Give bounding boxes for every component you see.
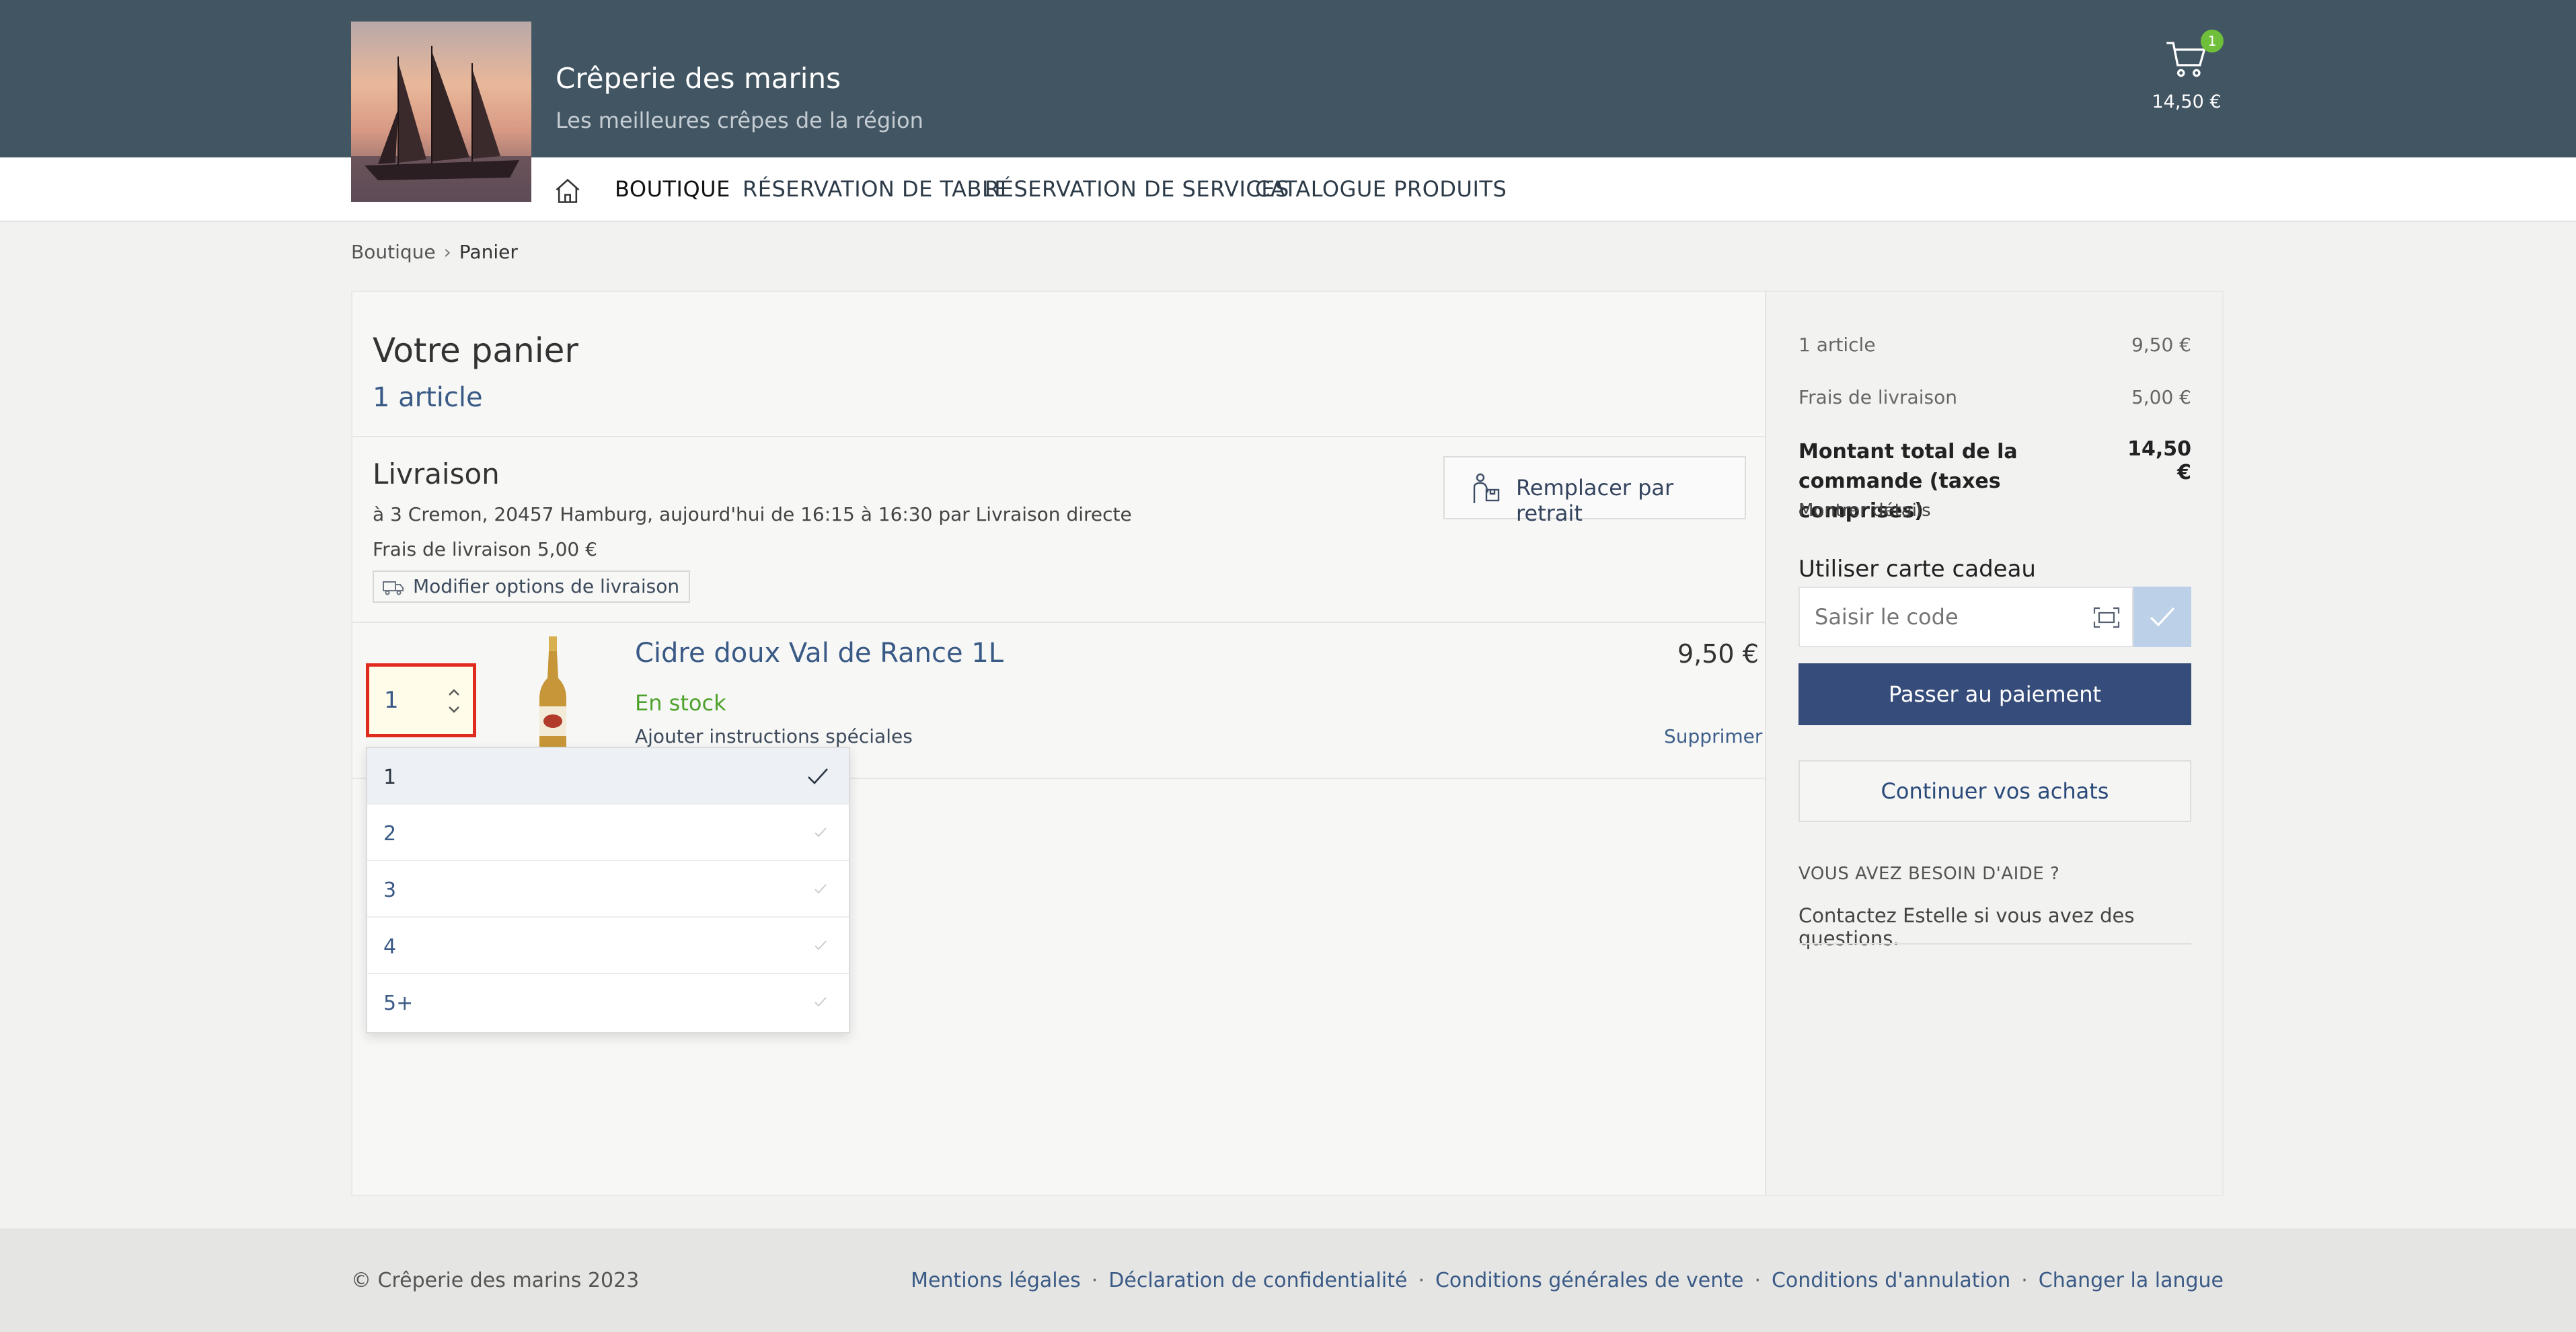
order-summary: 1 article 9,50 € Frais de livraison 5,00… (1765, 291, 2224, 1196)
breadcrumb: Boutique › Panier (351, 241, 518, 263)
check-icon (808, 768, 828, 784)
home-icon[interactable] (553, 176, 582, 206)
cart-item-count: 1 article (373, 382, 483, 413)
divider (352, 622, 1765, 623)
stepper-icon (449, 689, 459, 713)
quantity-option[interactable]: 5+ (367, 974, 849, 1031)
summary-shipping-row: Frais de livraison 5,00 € (1798, 386, 2191, 408)
footer-separator: · (1091, 1269, 1098, 1292)
continue-shopping-button[interactable]: Continuer vos achats (1798, 760, 2191, 822)
quantity-option[interactable]: 3 (367, 861, 849, 918)
summary-items-row: 1 article 9,50 € (1798, 334, 2191, 356)
modify-delivery-button[interactable]: Modifier options de livraison (373, 570, 691, 603)
header-cart[interactable]: 1 14,50 € (2152, 30, 2224, 117)
gift-code-input[interactable] (1798, 587, 2133, 647)
cart-count-badge: 1 (2201, 30, 2224, 52)
footer-link-cancellation[interactable]: Conditions d'annulation (1772, 1269, 2010, 1292)
copyright: © Crêperie des marins 2023 (351, 1269, 640, 1292)
show-details-link[interactable]: Montrer détails (1798, 501, 1931, 521)
divider (352, 436, 1765, 437)
footer-links: Mentions légales · Déclaration de confiden… (911, 1269, 2224, 1292)
product-name[interactable]: Cidre doux Val de Rance 1L (635, 638, 1003, 669)
cart-total: 14,50 € (2152, 91, 2222, 112)
summary-shipping-label: Frais de livraison (1798, 386, 1957, 408)
footer-separator: · (1754, 1269, 1761, 1292)
check-icon (815, 884, 827, 894)
product-image[interactable] (533, 636, 573, 751)
check-icon (815, 827, 827, 838)
breadcrumb-current: Panier (459, 241, 518, 263)
cart-title: Votre panier (373, 331, 578, 370)
gift-card-title: Utiliser carte cadeau (1798, 556, 2036, 583)
delivery-address: à 3 Cremon, 20457 Hamburg, aujourd'hui d… (373, 503, 1132, 525)
stock-status: En stock (635, 690, 726, 716)
summary-shipping-value: 5,00 € (2131, 386, 2191, 408)
quantity-option-label: 2 (383, 822, 397, 846)
special-instructions-link[interactable]: Ajouter instructions spéciales (635, 725, 913, 747)
footer-link-language[interactable]: Changer la langue (2039, 1269, 2224, 1292)
site-subtitle: Les meilleures crêpes de la région (556, 108, 923, 133)
breadcrumb-separator: › (443, 241, 451, 263)
truck-icon (383, 581, 404, 595)
check-icon (815, 940, 827, 951)
remove-item-link[interactable]: Supprimer (1664, 725, 1762, 747)
footer-link-legal[interactable]: Mentions légales (911, 1269, 1081, 1292)
product-price: 9,50 € (1677, 639, 1759, 669)
modify-delivery-label: Modifier options de livraison (413, 575, 680, 597)
footer-link-terms[interactable]: Conditions générales de vente (1435, 1269, 1743, 1292)
delivery-title: Livraison (373, 457, 500, 490)
apply-gift-code-button[interactable] (2133, 587, 2191, 647)
nav-catalogue[interactable]: CATALOGUE PRODUITS (1255, 176, 1507, 202)
summary-items-label: 1 article (1798, 334, 1876, 356)
site-title[interactable]: Crêperie des marins (556, 62, 841, 95)
quantity-option-label: 3 (383, 879, 397, 902)
delivery-fee: Frais de livraison 5,00 € (373, 538, 597, 560)
quantity-option-label: 5+ (383, 992, 414, 1015)
quantity-dropdown: 1 2 3 4 5+ (366, 747, 850, 1033)
checkout-button[interactable]: Passer au paiement (1798, 663, 2191, 725)
replace-with-pickup-label: Remplacer par retrait (1516, 475, 1674, 526)
summary-total-value: 14,50 € (2127, 437, 2191, 484)
summary-items-value: 9,50 € (2131, 334, 2191, 356)
help-title: VOUS AVEZ BESOIN D'AIDE ? (1798, 864, 2060, 884)
quantity-select[interactable]: 1 (366, 663, 476, 737)
footer-link-privacy[interactable]: Déclaration de confidentialité (1108, 1269, 1407, 1292)
footer-separator: · (2021, 1269, 2028, 1292)
pickup-icon (1473, 473, 1500, 503)
cart-panel: Votre panier 1 article Livraison à 3 Cre… (351, 291, 1766, 1196)
nav-boutique[interactable]: BOUTIQUE (615, 176, 730, 202)
quantity-option[interactable]: 4 (367, 918, 849, 974)
check-icon (815, 997, 827, 1007)
breadcrumb-boutique[interactable]: Boutique (351, 241, 436, 263)
quantity-value: 1 (384, 687, 399, 714)
quantity-option-label: 4 (383, 935, 397, 959)
check-icon (2150, 607, 2175, 627)
nav-services-reservation[interactable]: RÉSERVATION DE SERVICES (985, 176, 1289, 202)
quantity-option[interactable]: 1 (367, 748, 849, 805)
scan-icon[interactable] (2093, 607, 2120, 628)
footer-separator: · (1418, 1269, 1425, 1292)
nav-table-reservation[interactable]: RÉSERVATION DE TABLE (743, 176, 1008, 202)
replace-with-pickup-button[interactable]: Remplacer par retrait (1443, 456, 1746, 526)
site-footer: © Crêperie des marins 2023 Mentions léga… (0, 1228, 2576, 1332)
restaurant-logo[interactable] (351, 22, 531, 202)
quantity-option[interactable]: 2 (367, 805, 849, 861)
divider (1798, 943, 2191, 945)
quantity-option-label: 1 (383, 766, 397, 789)
